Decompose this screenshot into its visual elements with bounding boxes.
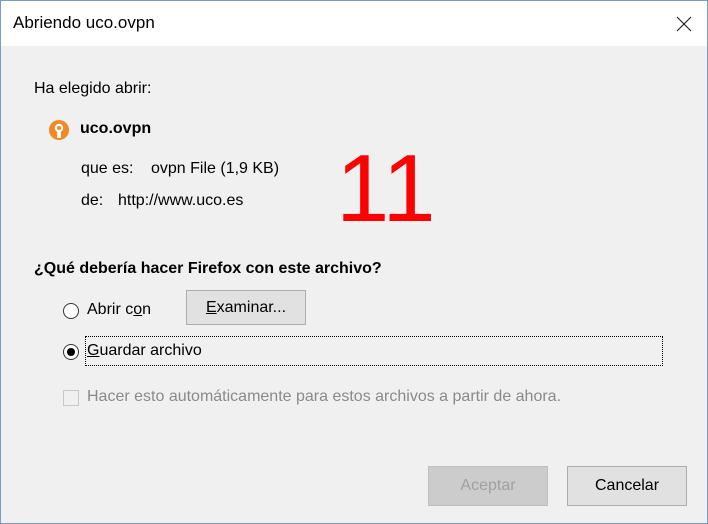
file-source-label: de: <box>81 192 104 209</box>
save-file-radio[interactable] <box>63 344 79 360</box>
close-icon <box>676 16 692 31</box>
annotation-number: 11 <box>336 135 436 242</box>
save-file-label[interactable]: Guardar archivo <box>87 342 202 360</box>
title-bar[interactable]: Abriendo uco.ovpn <box>1 1 707 46</box>
intro-text: Ha elegido abrir: <box>34 80 152 97</box>
download-dialog: Abriendo uco.ovpn Ha elegido abrir: uco.… <box>0 0 708 524</box>
open-with-radio[interactable] <box>63 303 79 319</box>
file-type-value: ovpn File (1,9 KB) <box>151 160 280 177</box>
accept-button[interactable]: Aceptar <box>428 466 548 506</box>
action-question: ¿Qué debería hacer Firefox con este arch… <box>34 260 382 277</box>
radio-selected-dot <box>67 348 75 356</box>
browse-button[interactable]: Examinar... <box>186 290 306 325</box>
close-button[interactable] <box>661 1 707 46</box>
auto-action-label[interactable]: Hacer esto automáticamente para estos ar… <box>87 388 561 406</box>
file-name: uco.ovpn <box>80 120 152 137</box>
file-source-value: http://www.uco.es <box>118 192 244 209</box>
open-with-label[interactable]: Abrir con <box>87 301 151 319</box>
auto-action-checkbox[interactable] <box>63 390 79 406</box>
openvpn-file-icon <box>49 120 69 140</box>
file-type-label: que es: <box>81 160 134 177</box>
cancel-button[interactable]: Cancelar <box>567 466 687 506</box>
dialog-title: Abriendo uco.ovpn <box>13 13 155 32</box>
